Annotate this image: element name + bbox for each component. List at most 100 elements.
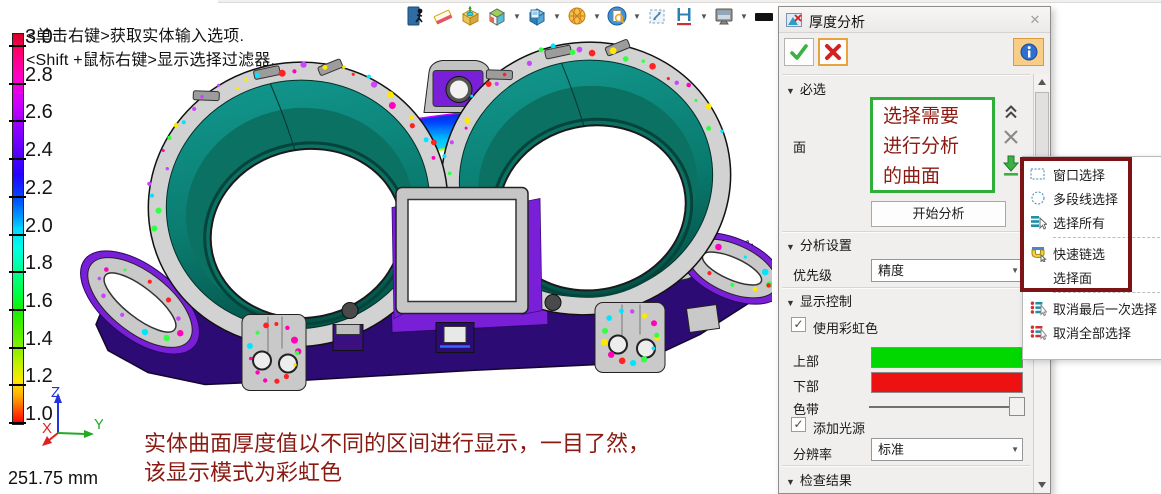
rainbow-checkbox[interactable]: ✓ — [791, 317, 806, 332]
face-instruction-annotation: 选择需要 进行分析 的曲面 — [870, 97, 995, 193]
clear-selection-icon[interactable] — [1002, 128, 1020, 146]
lower-color-swatch[interactable] — [871, 372, 1023, 393]
display-monitor-icon[interactable] — [712, 4, 736, 28]
colorbar-label: 2.0 — [25, 215, 73, 238]
info-icon — [1020, 43, 1038, 61]
separator — [782, 231, 1030, 233]
menu-item-undo-all-selection[interactable]: 取消全部选择 — [1023, 320, 1161, 344]
face-note-line-3: 的曲面 — [883, 162, 992, 192]
info-button[interactable] — [1013, 38, 1044, 66]
lower-label: 下部 — [793, 376, 819, 395]
menu-item-undo-last-selection[interactable]: 取消最后一次选择 — [1023, 296, 1161, 320]
right-foot — [595, 303, 665, 373]
separator — [782, 287, 1030, 289]
chevron-down-icon: ▼ — [1011, 260, 1019, 281]
band-slider-handle[interactable] — [1009, 397, 1025, 416]
collapse-triangle-icon: ▼ — [786, 86, 795, 96]
chevron-down-icon: ▼ — [1011, 439, 1019, 460]
upper-label: 上部 — [793, 351, 819, 370]
collapse-triangle-icon: ▼ — [786, 242, 795, 252]
colorbar-label: 2.8 — [25, 64, 73, 87]
left-foot — [242, 315, 306, 391]
colorbar-label: 1.8 — [25, 252, 73, 275]
section-analysis-settings[interactable]: ▼分析设置 — [786, 235, 852, 254]
scroll-down-icon[interactable] — [1034, 477, 1050, 493]
dropdown-arrow-icon[interactable]: ▼ — [699, 4, 709, 28]
colorbar-label: 1.4 — [25, 328, 73, 351]
menu-highlight-annotation — [1020, 157, 1132, 292]
start-analysis-button[interactable]: 开始分析 — [871, 201, 1006, 227]
measurement-readout: 251.75 mm — [8, 468, 98, 489]
face-note-line-1: 选择需要 — [883, 102, 992, 132]
viewport-3d[interactable]: <单击右键>获取实体输入选项. <Shift +鼠标右键>显示选择过滤器. 3.… — [0, 0, 772, 494]
collapse-triangle-icon: ▼ — [786, 477, 795, 487]
colorbar-label: 1.6 — [25, 290, 73, 313]
light-checkbox-label: 添加光源 — [813, 418, 865, 437]
application-window: <单击右键>获取实体输入选项. <Shift +鼠标右键>显示选择过滤器. 3.… — [0, 0, 1161, 494]
extrude-box-icon[interactable] — [458, 4, 482, 28]
cancel-button[interactable] — [818, 38, 848, 66]
preview-magnifier-icon[interactable] — [605, 4, 629, 28]
screw-boss — [545, 295, 561, 311]
y-axis-label: Y — [94, 416, 103, 433]
colorbar-label: 2.2 — [25, 177, 73, 200]
colorbar-label: 2.4 — [25, 139, 73, 162]
colorbar-tick — [9, 384, 26, 386]
section-display-control[interactable]: ▼显示控制 — [786, 291, 852, 310]
checkmark-icon: ✓ — [793, 417, 803, 431]
priority-label: 优先级 — [793, 265, 832, 284]
resolution-value: 标准 — [878, 442, 904, 457]
view-window-cube-icon[interactable] — [525, 4, 549, 28]
upper-color-swatch[interactable] — [871, 347, 1023, 368]
priority-value: 精度 — [878, 263, 904, 278]
colorbar-tick — [9, 83, 26, 85]
thickness-analysis-icon — [786, 12, 803, 29]
exit-walk-icon[interactable] — [404, 4, 428, 28]
ok-button[interactable] — [784, 38, 814, 66]
colorbar-label: 3.0 — [25, 26, 73, 49]
bottom-annotation: 实体曲面厚度值以不同的区间进行显示，一目了然， 该显示模式为彩虹色 — [144, 429, 650, 487]
band-slider-track[interactable] — [869, 406, 1011, 408]
dropdown-arrow-icon[interactable]: ▼ — [552, 4, 562, 28]
rainbow-checkbox-label: 使用彩虹色 — [813, 318, 878, 337]
colorbar-label: 1.2 — [25, 365, 73, 388]
face-note-line-2: 进行分析 — [883, 132, 992, 162]
shaded-cube-icon[interactable] — [485, 4, 509, 28]
colorbar-tick — [9, 422, 26, 424]
undo-all-selection-icon — [1023, 323, 1053, 341]
colorbar-tick — [9, 158, 26, 160]
resolution-dropdown[interactable]: 标准 ▼ — [871, 438, 1023, 461]
colorbar-tick — [9, 196, 26, 198]
view-toolbar: ▼ ▼ ▼ ▼ ▼ ▼ — [404, 3, 779, 29]
light-checkbox[interactable]: ✓ — [791, 417, 806, 432]
fit-window-icon[interactable] — [645, 4, 669, 28]
colorbar-tick — [9, 234, 26, 236]
annotation-line-2: 该显示模式为彩虹色 — [144, 458, 650, 487]
wireframe-sphere-icon[interactable] — [565, 4, 589, 28]
collapse-triangle-icon: ▼ — [786, 298, 795, 308]
section-required[interactable]: ▼必选 — [786, 79, 826, 98]
dialog-titlebar[interactable]: 厚度分析 ✕ — [779, 7, 1050, 33]
selection-options-icon[interactable] — [1001, 154, 1021, 177]
separator — [782, 74, 1030, 76]
resolution-label: 分辨率 — [793, 444, 832, 463]
colorbar-tick — [9, 45, 26, 47]
scroll-up-icon[interactable] — [1034, 74, 1050, 90]
dropdown-arrow-icon[interactable]: ▼ — [739, 4, 749, 28]
eraser-icon[interactable] — [431, 4, 455, 28]
list-collapse-icon[interactable] — [1003, 104, 1019, 120]
colorbar-label: 2.6 — [25, 101, 73, 124]
section-check-results[interactable]: ▼检查结果 — [786, 470, 852, 489]
colorbar-tick — [9, 347, 26, 349]
dropdown-arrow-icon[interactable]: ▼ — [632, 4, 642, 28]
close-icon[interactable]: ✕ — [1026, 11, 1044, 29]
scrollbar-thumb[interactable] — [1035, 92, 1049, 158]
cancel-x-icon — [824, 43, 842, 61]
priority-dropdown[interactable]: 精度 ▼ — [871, 259, 1023, 282]
colorbar-tick — [9, 271, 26, 273]
dropdown-arrow-icon[interactable]: ▼ — [592, 4, 602, 28]
separator — [782, 465, 1030, 467]
minimized-bar-icon[interactable] — [752, 4, 776, 28]
dropdown-arrow-icon[interactable]: ▼ — [512, 4, 522, 28]
measure-distance-icon[interactable] — [672, 4, 696, 28]
